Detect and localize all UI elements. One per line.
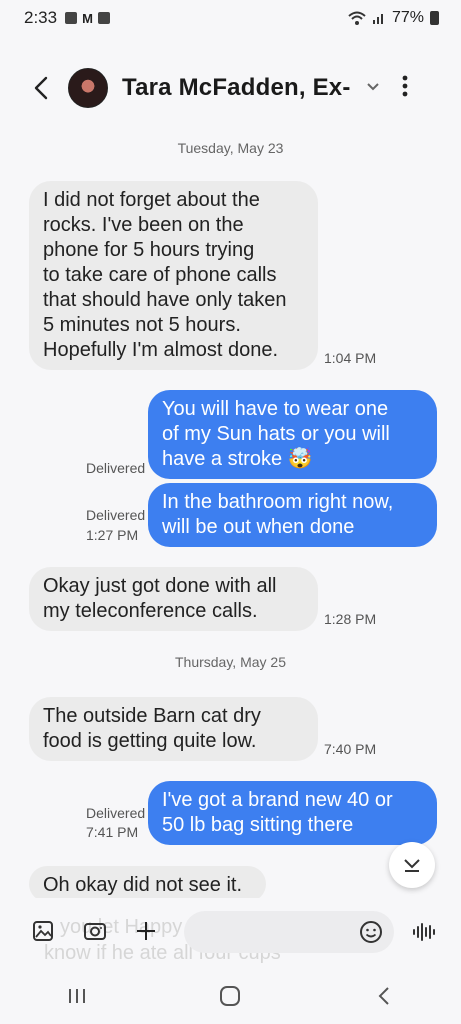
message-line: I did not forget about the (43, 189, 260, 211)
more-options-button[interactable] (402, 75, 408, 102)
message-line: my teleconference calls. (43, 600, 258, 622)
emoji-icon (360, 921, 382, 943)
gallery-icon (33, 921, 53, 941)
camera-icon (84, 923, 106, 940)
app-notification-icon (97, 12, 110, 24)
attach-button[interactable] (133, 918, 159, 944)
message-line: that should have only taken (43, 289, 287, 311)
chevron-down-icon (367, 83, 379, 91)
delivery-status: Delivered (86, 805, 146, 821)
contact-avatar[interactable] (68, 68, 108, 108)
signal-icon (372, 14, 383, 24)
delivery-status: Delivered (86, 507, 146, 523)
battery-icon (430, 11, 439, 25)
message-line: Oh okay did not see it. (43, 874, 243, 896)
home-button[interactable] (210, 976, 250, 1016)
conversation-header: Tara McFadden, Ex-... (0, 58, 461, 118)
voice-button[interactable] (410, 918, 438, 946)
gallery-notification-icon (65, 12, 78, 24)
voice-icon (413, 923, 435, 941)
gallery-button[interactable] (30, 918, 56, 944)
message-line: 5 minutes not 5 hours. (43, 314, 241, 336)
message-line: food is getting quite low. (43, 730, 257, 752)
battery-percent: 77% (391, 9, 424, 26)
status-time: 2:33 (24, 8, 58, 27)
recents-button[interactable] (57, 976, 97, 1016)
delivery-status: Delivered (86, 460, 146, 476)
message-line: 50 lb bag sitting there (162, 814, 354, 836)
ghost-text: you let Happy (60, 916, 183, 938)
gmail-notification-icon: M (82, 10, 93, 26)
back-button[interactable] (24, 68, 58, 108)
scroll-down-icon (404, 859, 420, 872)
message-line: You will have to wear one (162, 398, 389, 420)
message-line: will be out when done (162, 516, 355, 538)
emoji-button[interactable] (357, 918, 385, 946)
message-line: Hopefully I'm almost done. (43, 339, 279, 361)
scroll-to-bottom-button[interactable] (389, 842, 435, 888)
message-time: 7:40 PM (324, 741, 377, 757)
incoming-message[interactable]: I did not forget about the rocks. I've b… (29, 181, 318, 370)
message-line: Okay just got done with all (43, 575, 277, 597)
message-line: of my Sun hats or you will (162, 423, 390, 445)
message-time: 1:27 PM (86, 527, 139, 543)
message-time: 1:28 PM (324, 611, 377, 627)
wifi-icon (348, 11, 366, 25)
back-icon (34, 76, 48, 100)
message-time: 1:04 PM (324, 350, 377, 366)
message-line: to take care of phone calls (43, 264, 277, 286)
plus-icon (137, 922, 155, 940)
incoming-message[interactable]: Okay just got done with all my teleconfe… (29, 567, 318, 631)
camera-button[interactable] (81, 918, 109, 944)
incoming-message[interactable]: The outside Barn cat dry food is getting… (29, 697, 318, 761)
message-line: have a stroke 🤯 (162, 448, 313, 470)
recents-icon (68, 989, 85, 1003)
contact-details-button[interactable] (366, 79, 380, 97)
incoming-message[interactable]: Oh okay did not see it. (29, 866, 266, 902)
contact-name[interactable]: Tara McFadden, Ex-... (122, 74, 352, 102)
nav-back-icon (378, 987, 389, 1005)
notification-icons: M (65, 11, 110, 26)
date-separator: Thursday, May 25 (174, 654, 286, 670)
outgoing-message[interactable]: I've got a brand new 40 or 50 lb bag sit… (148, 781, 437, 845)
message-time: 7:41 PM (86, 824, 139, 840)
date-separator: Tuesday, May 23 (177, 140, 284, 156)
message-line: The outside Barn cat dry (43, 705, 261, 727)
nav-back-button[interactable] (364, 976, 404, 1016)
outgoing-message[interactable]: In the bathroom right now, will be out w… (148, 483, 437, 547)
message-line: phone for 5 hours trying (43, 239, 255, 261)
system-nav-bar (0, 968, 461, 1024)
message-line: In the bathroom right now, (162, 491, 394, 513)
message-line: rocks. I've been on the (43, 214, 244, 236)
more-vert-icon (402, 75, 408, 96)
home-icon (220, 986, 241, 1006)
status-bar: 2:33 M 77% (0, 0, 461, 36)
outgoing-message[interactable]: You will have to wear one of my Sun hats… (148, 390, 437, 479)
message-line: I've got a brand new 40 or (162, 789, 393, 811)
